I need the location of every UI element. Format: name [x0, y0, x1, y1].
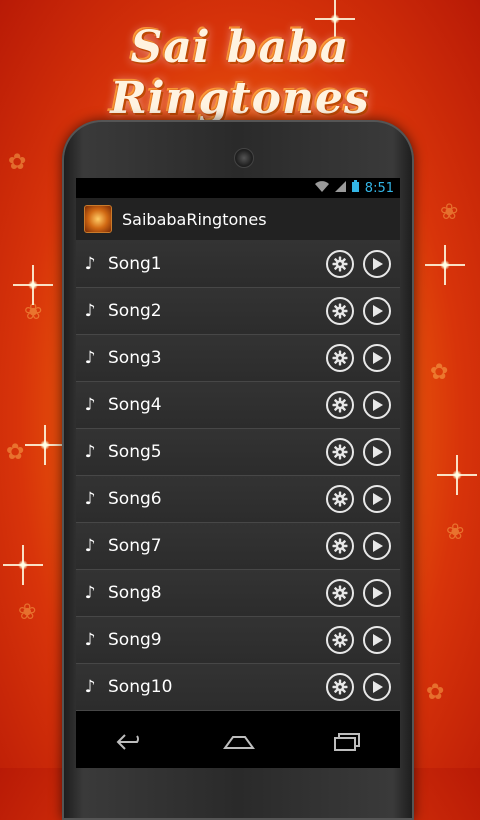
song-label: Song7 — [108, 536, 162, 556]
list-item[interactable]: ♪ Song6 — [76, 476, 400, 523]
play-icon[interactable] — [363, 297, 391, 325]
flower-decoration: ✿ — [426, 680, 445, 705]
music-note-icon: ♪ — [84, 395, 96, 415]
gear-icon[interactable] — [326, 579, 354, 607]
sparkle-decoration — [452, 470, 462, 480]
action-bar: SaibabaRingtones — [76, 198, 400, 241]
song-label: Song10 — [108, 677, 173, 697]
song-label: Song5 — [108, 442, 162, 462]
flower-decoration: ✿ — [6, 440, 25, 465]
play-icon[interactable] — [363, 626, 391, 654]
banner-title: Sai baba Ringtones — [110, 22, 370, 124]
gear-icon[interactable] — [326, 673, 354, 701]
song-label: Song4 — [108, 395, 162, 415]
gear-icon[interactable] — [326, 391, 354, 419]
back-icon[interactable] — [115, 733, 145, 755]
sparkle-decoration — [28, 280, 38, 290]
battery-icon — [351, 180, 359, 196]
app-icon[interactable] — [84, 205, 112, 233]
flower-decoration: ✿ — [430, 360, 449, 385]
list-item[interactable]: ♪ Song3 — [76, 335, 400, 382]
sparkle-decoration — [440, 260, 450, 270]
phone-screen: 8:51 SaibabaRingtones ♪ Song1 ♪ Song2 ♪ … — [76, 178, 400, 768]
music-note-icon: ♪ — [84, 583, 96, 603]
navigation-bar — [76, 720, 400, 768]
music-note-icon: ♪ — [84, 630, 96, 650]
gear-icon[interactable] — [326, 297, 354, 325]
play-icon[interactable] — [363, 485, 391, 513]
music-note-icon: ♪ — [84, 677, 96, 697]
song-label: Song3 — [108, 348, 162, 368]
gear-icon[interactable] — [326, 438, 354, 466]
play-icon[interactable] — [363, 344, 391, 372]
gear-icon[interactable] — [326, 626, 354, 654]
music-note-icon: ♪ — [84, 254, 96, 274]
list-item[interactable]: ♪ Song10 — [76, 664, 400, 711]
list-item[interactable]: ♪ Song2 — [76, 288, 400, 335]
music-note-icon: ♪ — [84, 301, 96, 321]
gear-icon[interactable] — [326, 485, 354, 513]
song-label: Song2 — [108, 301, 162, 321]
list-item[interactable]: ♪ Song9 — [76, 617, 400, 664]
music-note-icon: ♪ — [84, 348, 96, 368]
gear-icon[interactable] — [326, 250, 354, 278]
flower-decoration: ❀ — [440, 200, 459, 225]
play-icon[interactable] — [363, 438, 391, 466]
home-icon[interactable] — [223, 734, 255, 754]
list-item[interactable]: ♪ Song8 — [76, 570, 400, 617]
list-item[interactable]: ♪ Song5 — [76, 429, 400, 476]
music-note-icon: ♪ — [84, 489, 96, 509]
song-label: Song8 — [108, 583, 162, 603]
flower-decoration: ❀ — [446, 520, 465, 545]
phone-speaker — [234, 148, 254, 168]
music-note-icon: ♪ — [84, 442, 96, 462]
play-icon[interactable] — [363, 579, 391, 607]
play-icon[interactable] — [363, 532, 391, 560]
play-icon[interactable] — [363, 673, 391, 701]
clock: 8:51 — [364, 180, 394, 196]
play-icon[interactable] — [363, 391, 391, 419]
list-item[interactable]: ♪ Song1 — [76, 241, 400, 288]
gear-icon[interactable] — [326, 344, 354, 372]
flower-decoration: ✿ — [8, 150, 27, 175]
gear-icon[interactable] — [326, 532, 354, 560]
song-label: Song9 — [108, 630, 162, 650]
song-label: Song6 — [108, 489, 162, 509]
signal-icon — [334, 180, 346, 196]
app-title: SaibabaRingtones — [122, 209, 267, 229]
wifi-icon — [314, 180, 329, 196]
song-label: Song1 — [108, 254, 162, 274]
recents-icon[interactable] — [333, 733, 361, 755]
sparkle-decoration — [18, 560, 28, 570]
list-item[interactable]: ♪ Song7 — [76, 523, 400, 570]
flower-decoration: ❀ — [18, 600, 37, 625]
song-list: ♪ Song1 ♪ Song2 ♪ Song3 ♪ Song4 ♪ Song5 … — [76, 241, 400, 711]
list-item[interactable]: ♪ Song4 — [76, 382, 400, 429]
music-note-icon: ♪ — [84, 536, 96, 556]
status-bar: 8:51 — [76, 178, 400, 198]
play-icon[interactable] — [363, 250, 391, 278]
sparkle-decoration — [40, 440, 50, 450]
